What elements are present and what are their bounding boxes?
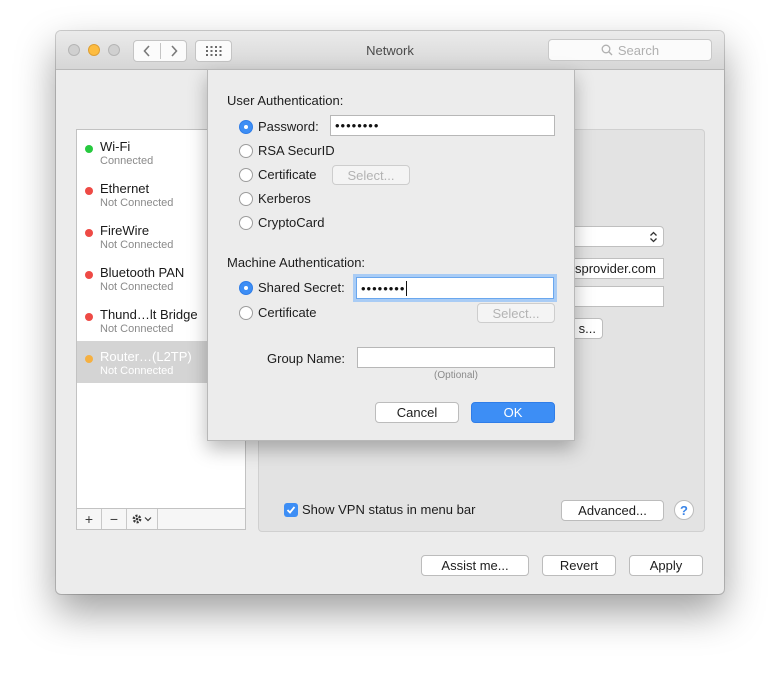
rsa-securid-label: RSA SecurID [258, 143, 335, 158]
group-name-label: Group Name: [267, 351, 346, 366]
status-dot [85, 229, 93, 237]
certificate-label: Certificate [258, 167, 317, 182]
search-placeholder: Search [617, 42, 660, 58]
server-address-field[interactable]: sprovider.com [560, 258, 664, 279]
revert-button[interactable]: Revert [542, 555, 616, 576]
service-status: Connected [100, 155, 154, 167]
up-down-arrows-icon [650, 231, 657, 243]
service-status: Not Connected [100, 197, 174, 209]
service-action-menu[interactable] [127, 509, 158, 529]
password-value: •••••••• [335, 118, 380, 133]
shared-secret-radio[interactable] [239, 281, 253, 295]
service-name: FireWire [100, 223, 150, 238]
advanced-button[interactable]: Advanced... [561, 500, 664, 521]
status-dot [85, 355, 93, 363]
group-name-optional-hint: (Optional) [434, 370, 478, 381]
status-dot [85, 313, 93, 321]
machine-certificate-label: Certificate [258, 305, 317, 320]
kerberos-radio[interactable] [239, 192, 253, 206]
configuration-select[interactable] [560, 226, 664, 247]
cancel-button[interactable]: Cancel [375, 402, 459, 423]
cryptocard-label: CryptoCard [258, 215, 325, 230]
machine-certificate-radio[interactable] [239, 306, 253, 320]
apply-button[interactable]: Apply [629, 555, 703, 576]
show-vpn-status-checkbox[interactable] [284, 503, 298, 517]
service-name: Ethernet [100, 181, 150, 196]
shared-secret-label: Shared Secret: [258, 280, 345, 295]
service-name: Bluetooth PAN [100, 265, 185, 280]
service-status: Not Connected [100, 365, 174, 377]
title-bar: Network Search [56, 31, 724, 70]
search-field[interactable]: Search [548, 39, 712, 61]
shared-secret-value: •••••••• [361, 280, 406, 296]
password-field[interactable]: •••••••• [330, 115, 555, 136]
remove-service-button[interactable]: − [102, 509, 127, 529]
cryptocard-radio[interactable] [239, 216, 253, 230]
service-list-toolbar: + − [76, 509, 246, 530]
certificate-radio[interactable] [239, 168, 253, 182]
service-status: Not Connected [100, 239, 174, 251]
group-name-field[interactable] [357, 347, 555, 368]
rsa-securid-radio[interactable] [239, 144, 253, 158]
help-button[interactable]: ? [674, 500, 694, 520]
password-radio-label: Password: [258, 119, 319, 134]
service-status: Not Connected [100, 281, 174, 293]
status-dot [85, 145, 93, 153]
kerberos-label: Kerberos [258, 191, 311, 206]
service-name: Wi-Fi [100, 139, 131, 154]
checkmark-icon [286, 506, 296, 514]
machine-certificate-select-button[interactable]: Select... [477, 303, 555, 323]
authentication-settings-sheet: User Authentication: Password: •••••••• … [207, 69, 575, 441]
search-icon [601, 44, 613, 56]
gear-icon [132, 514, 152, 524]
assist-me-button[interactable]: Assist me... [421, 555, 529, 576]
add-service-button[interactable]: + [77, 509, 102, 529]
account-name-field[interactable] [560, 286, 664, 307]
status-dot [85, 187, 93, 195]
status-dot [85, 271, 93, 279]
ok-button[interactable]: OK [471, 402, 555, 423]
certificate-select-button[interactable]: Select... [332, 165, 410, 185]
service-name: Thund…lt Bridge [100, 307, 198, 322]
show-vpn-status-label: Show VPN status in menu bar [302, 502, 476, 517]
service-name: Router…(L2TP) [100, 349, 192, 364]
machine-authentication-heading: Machine Authentication: [227, 255, 366, 270]
service-status: Not Connected [100, 323, 174, 335]
shared-secret-field[interactable]: •••••••• [356, 277, 554, 299]
text-caret [406, 280, 408, 296]
password-radio[interactable] [239, 120, 253, 134]
user-authentication-heading: User Authentication: [227, 93, 344, 108]
